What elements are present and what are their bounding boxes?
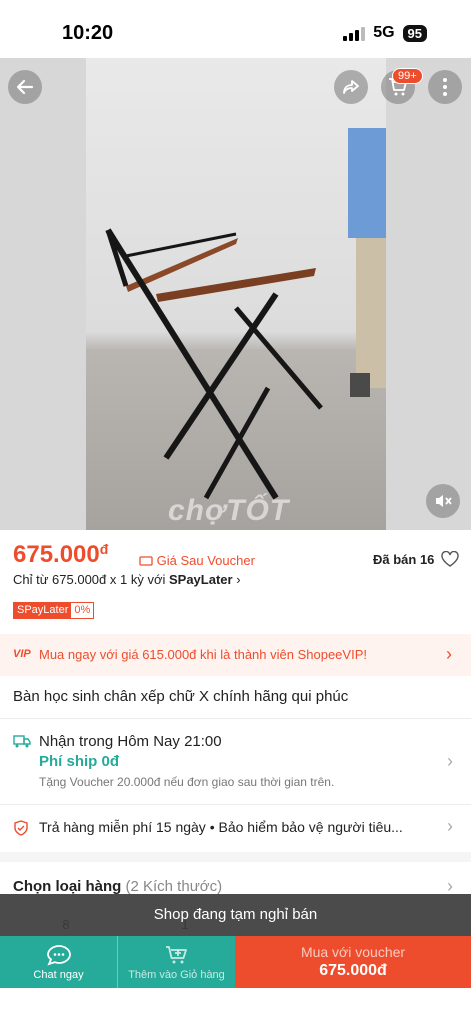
shipping-voucher-note: Tặng Voucher 20.000đ nếu đơn giao sau th… [39, 775, 335, 789]
status-indicators: 5G 95 [343, 24, 427, 42]
chevron-right-icon: › [236, 572, 241, 587]
price-value: 675.000 [13, 541, 100, 568]
price-note: Giá Sau Voucher [139, 553, 255, 568]
buy-price: 675.000đ [319, 962, 387, 979]
shield-icon [14, 820, 28, 836]
cart-count-badge: 99+ [392, 68, 423, 84]
back-button[interactable] [8, 70, 42, 104]
delivery-time: Nhận trong Hôm Nay 21:00 [39, 733, 222, 750]
spaylater-prefix: Chỉ từ 675.000đ x 1 kỳ với [13, 572, 166, 587]
sold-count: Đã bán 16 [373, 552, 435, 567]
share-button[interactable] [334, 70, 368, 104]
vip-icon: VIP [13, 648, 31, 660]
product-title: Bàn học sinh chân xếp chữ X chính hãng q… [13, 688, 349, 705]
voucher-icon [139, 556, 153, 566]
chat-label: Chat ngay [33, 968, 84, 981]
variant-selector-title[interactable]: Chọn loại hàng (2 Kích thước) [13, 878, 222, 895]
price-note-text: Giá Sau Voucher [156, 553, 255, 568]
more-icon [443, 78, 447, 96]
battery-level: 95 [402, 24, 427, 42]
mute-icon [436, 495, 452, 507]
bottom-action-bar: Chat ngay Thêm vào Giỏ hàng Mua với vouc… [0, 936, 471, 988]
variant-count: (2 Kích thước) [125, 878, 223, 895]
shipping-fee: Phí ship 0đ [39, 753, 120, 770]
buy-with-voucher-button[interactable]: Mua với voucher 675.000đ [235, 936, 471, 988]
more-button[interactable] [428, 70, 462, 104]
spaylater-badge: SPayLater 0% [13, 602, 95, 619]
network-type: 5G [373, 24, 395, 41]
mute-button[interactable] [426, 484, 460, 518]
chat-icon [46, 944, 71, 965]
status-bar: 10:20 5G 95 [0, 0, 471, 60]
spaylater-brand: SPayLater [168, 572, 233, 587]
divider [0, 804, 471, 805]
back-arrow-icon [16, 79, 34, 95]
add-to-cart-button[interactable]: Thêm vào Giỏ hàng [117, 936, 235, 988]
product-media[interactable]: 99+ chợTỐT [0, 58, 471, 530]
product-photo [86, 58, 386, 530]
buy-label: Mua với voucher [300, 944, 406, 960]
chevron-right-icon: › [446, 644, 452, 664]
price: 675.000đ [13, 541, 108, 569]
spaylater-badge-rate: 0% [74, 604, 91, 616]
vip-text: Mua ngay với giá 615.000đ khi là thành v… [39, 647, 367, 662]
currency-symbol: đ [99, 541, 109, 557]
heart-icon[interactable] [441, 551, 459, 567]
watermark: chợTỐT [168, 494, 290, 527]
chat-button[interactable]: Chat ngay [0, 936, 117, 988]
guarantee-text[interactable]: Trả hàng miễn phí 15 ngày • Bảo hiểm bảo… [39, 819, 403, 835]
home-indicator-area [0, 988, 471, 1024]
truck-icon [13, 735, 31, 748]
signal-icon [343, 25, 366, 41]
toast-message: Shop đang tạm nghỉ bán [0, 894, 471, 936]
variant-title-text: Chọn loại hàng [13, 878, 122, 895]
section-gap [0, 852, 471, 862]
status-time: 10:20 [62, 22, 114, 44]
add-to-cart-icon [165, 945, 187, 963]
add-to-cart-label: Thêm vào Giỏ hàng [128, 968, 225, 981]
chevron-right-icon[interactable]: › [447, 751, 453, 772]
share-icon [343, 80, 359, 94]
price-row: 675.000đ Giá Sau Voucher Đã bán 16 [13, 541, 463, 571]
chevron-right-icon[interactable]: › [447, 816, 453, 837]
divider [0, 718, 471, 719]
spaylater-badge-name: SPayLater [14, 603, 72, 618]
spaylater-line[interactable]: Chỉ từ 675.000đ x 1 kỳ với SPayLater › [13, 572, 241, 587]
vip-banner[interactable]: VIP Mua ngay với giá 615.000đ khi là thà… [0, 634, 471, 676]
